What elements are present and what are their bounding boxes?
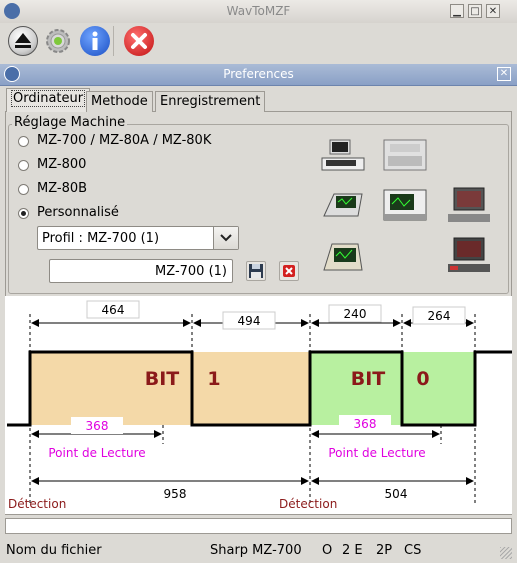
toolbar-separator [113,26,114,56]
delete-icon [283,265,295,277]
profile-name-field[interactable]: MZ-700 (1) [49,259,233,283]
status-machine: Sharp MZ-700 [210,543,302,558]
status-p: 2P [376,543,393,558]
dim-264: 264 [428,309,451,323]
log-area[interactable] [5,518,512,534]
status-e: 2 E [342,543,363,558]
close-icon[interactable] [124,26,154,56]
computer-mz80b-image [383,189,427,221]
delete-button[interactable] [279,261,299,281]
timing-diagram: 464 494 240 264 BIT 1 BIT 0 368 368 Poin… [5,296,512,514]
bit0-label: BIT [351,368,386,390]
radio-personnalise[interactable] [18,208,29,219]
tab-ordinateur[interactable]: Ordinateur [6,88,91,112]
profile-select-value: Profil : MZ-700 (1) [42,231,160,246]
toolbar [0,23,517,61]
dialog-close-button[interactable]: ✕ [497,67,511,81]
computer-mz800-image [383,139,427,171]
computer-mz2000-image [448,187,490,222]
computer-mz80k-image [323,243,363,271]
status-cs: CS [404,543,422,558]
chevron-down-icon[interactable] [213,227,238,249]
dim-494: 494 [238,314,261,328]
bit0-region [310,352,475,425]
point-label-0: Point de Lecture [328,446,425,460]
minimize-button[interactable]: ▁ [450,4,464,18]
radio-mz80b-label[interactable]: MZ-80B [37,181,87,196]
dim-504: 504 [385,487,408,501]
window-titlebar: WavToMZF ▁ □ ✕ [0,0,517,24]
tab-methode[interactable]: Methode [86,91,153,112]
maximize-button[interactable]: □ [468,4,482,18]
detection-label-2: Détection [279,497,337,511]
computer-mz80a-image [323,193,363,217]
point-label-1: Point de Lecture [48,446,145,460]
profile-select[interactable]: Profil : MZ-700 (1) [37,226,239,250]
settings-icon[interactable] [43,26,73,56]
window-title: WavToMZF [226,4,291,18]
status-filename: Nom du fichier [6,543,102,558]
radio-mz800-label[interactable]: MZ-800 [37,157,86,172]
dim-958: 958 [164,487,187,501]
status-bar: Nom du fichier Sharp MZ-700 O 2 E 2P CS [0,539,517,563]
detection-label-1: Détection [8,497,66,511]
dialog-titlebar: Preferences ✕ [0,64,517,86]
computer-mz2500-image [448,237,490,272]
dialog-title: Preferences [223,67,294,81]
bit1-value: 1 [207,368,220,390]
radio-mz80b[interactable] [18,184,29,195]
bit1-label: BIT [145,368,180,390]
computer-mz700-image [321,139,365,171]
read-point-0: 368 [354,417,377,431]
floppy-icon [249,264,263,278]
radio-mz700-label[interactable]: MZ-700 / MZ-80A / MZ-80K [37,133,211,148]
eject-icon[interactable] [8,26,38,56]
radio-mz700[interactable] [18,136,29,147]
group-label: Réglage Machine [12,115,128,130]
radio-mz800[interactable] [18,160,29,171]
read-point-1: 368 [86,419,109,433]
profile-name-value: MZ-700 (1) [155,264,227,279]
tab-enregistrement[interactable]: Enregistrement [155,91,266,112]
status-o: O [322,543,333,558]
save-button[interactable] [246,261,266,281]
dim-240: 240 [344,307,367,321]
dim-464: 464 [102,303,125,317]
resize-grip[interactable] [500,547,512,559]
info-icon[interactable] [80,26,110,56]
window-close-button[interactable]: ✕ [486,4,500,18]
bit0-value: 0 [416,368,429,390]
radio-personnalise-label[interactable]: Personnalisé [37,205,119,220]
